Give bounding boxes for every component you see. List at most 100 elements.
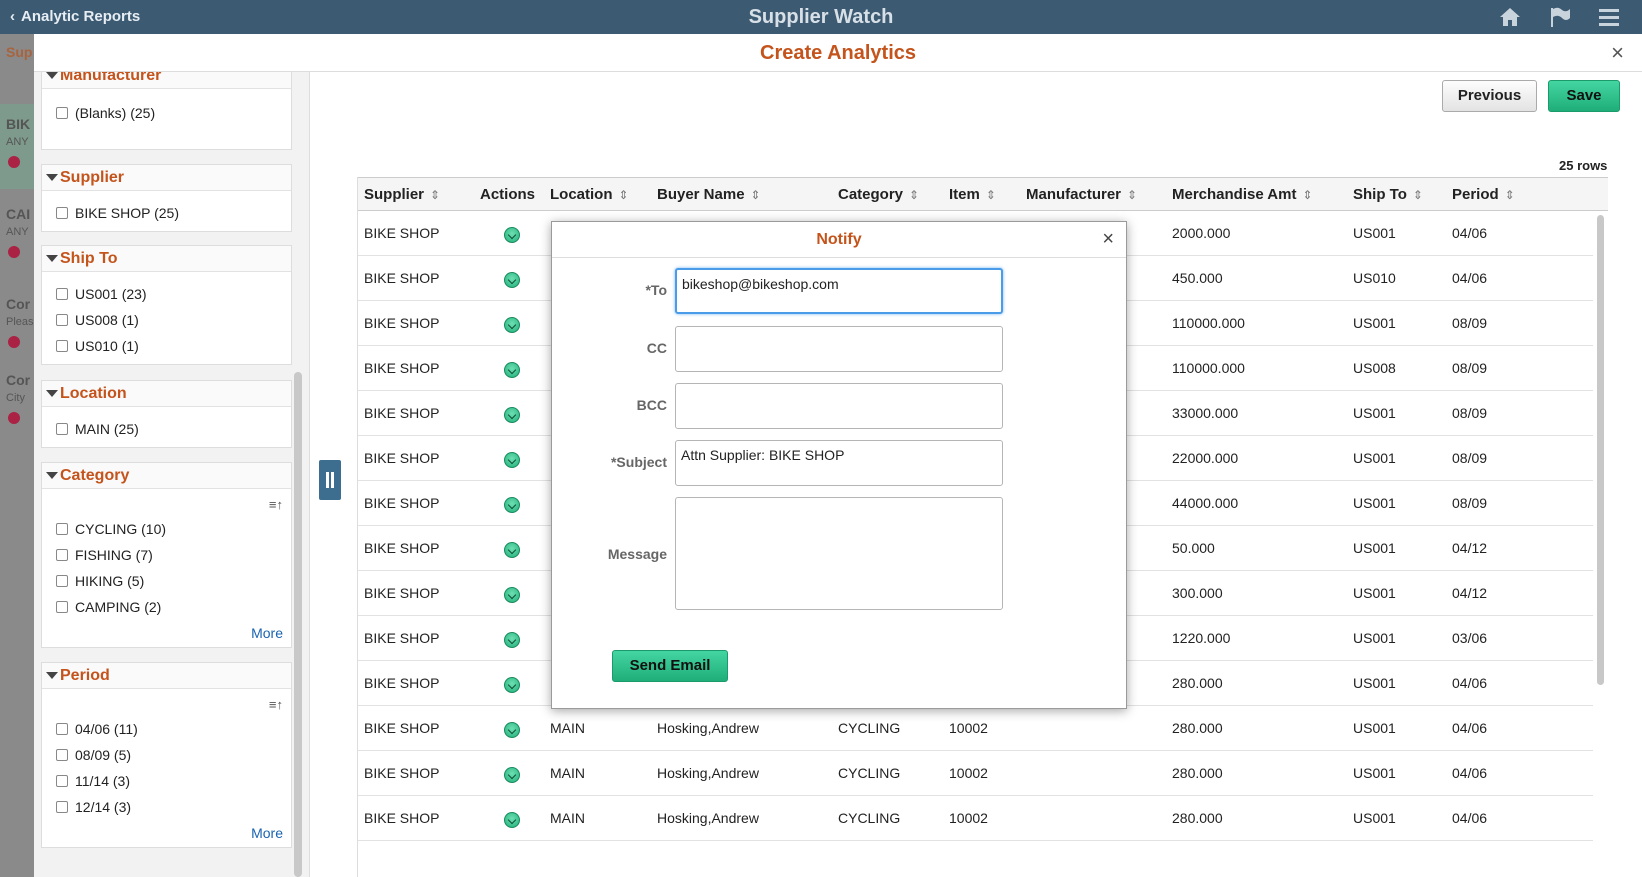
filter-scrollbar[interactable] xyxy=(294,372,302,877)
column-header-manufacturer[interactable]: Manufacturer ⇕ xyxy=(1026,186,1137,203)
filter-group-header[interactable]: Period xyxy=(42,663,291,689)
column-header-ship-to[interactable]: Ship To ⇕ xyxy=(1353,186,1423,203)
grid-scrollbar[interactable] xyxy=(1597,215,1604,685)
actions-chevron-icon[interactable] xyxy=(504,272,520,288)
sort-icon[interactable]: ≡↑ xyxy=(269,497,283,512)
checkbox[interactable] xyxy=(56,523,68,535)
cell-ship-to: US001 xyxy=(1353,720,1396,736)
create-analytics-modal: Create Analytics × Manufacturer (Blanks)… xyxy=(34,34,1642,877)
actions-chevron-icon[interactable] xyxy=(504,542,520,558)
save-button[interactable]: Save xyxy=(1548,80,1620,112)
column-header-location[interactable]: Location ⇕ xyxy=(550,186,629,203)
cell-category: CYCLING xyxy=(838,810,901,826)
filter-option[interactable]: 08/09 (5) xyxy=(56,747,131,765)
filter-option[interactable]: CAMPING (2) xyxy=(56,599,161,617)
checkbox[interactable] xyxy=(56,549,68,561)
filter-option[interactable]: 12/14 (3) xyxy=(56,799,131,817)
filter-group-header[interactable]: Category xyxy=(42,463,291,489)
send-email-button[interactable]: Send Email xyxy=(612,650,728,682)
checkbox[interactable] xyxy=(56,749,68,761)
actions-chevron-icon[interactable] xyxy=(504,812,520,828)
filter-option[interactable]: HIKING (5) xyxy=(56,573,144,591)
cell-merchandise-amt: 450.000 xyxy=(1172,270,1223,286)
actions-chevron-icon[interactable] xyxy=(504,317,520,333)
cell-buyer-name: Hosking,Andrew xyxy=(657,720,759,736)
filter-group-name: Location xyxy=(60,385,127,402)
checkbox[interactable] xyxy=(56,575,68,587)
checkbox[interactable] xyxy=(56,207,68,219)
checkbox[interactable] xyxy=(56,601,68,613)
collapse-triangle-icon xyxy=(46,72,58,79)
bcc-field[interactable] xyxy=(675,383,1003,429)
filter-option[interactable]: MAIN (25) xyxy=(56,421,139,439)
checkbox[interactable] xyxy=(56,288,68,300)
column-header-category[interactable]: Category ⇕ xyxy=(838,186,919,203)
checkbox[interactable] xyxy=(56,423,68,435)
actions-chevron-icon[interactable] xyxy=(504,587,520,603)
sort-icon[interactable]: ≡↑ xyxy=(269,697,283,712)
subject-field[interactable]: Attn Supplier: BIKE SHOP xyxy=(675,440,1003,486)
filter-option[interactable]: US001 (23) xyxy=(56,286,147,304)
cell-ship-to: US008 xyxy=(1353,360,1396,376)
table-row[interactable]: BIKE SHOP MAIN Hosking,Andrew CYCLING 10002 2… xyxy=(358,751,1593,796)
filter-group-header[interactable]: Manufacturer xyxy=(42,72,291,89)
cell-supplier: BIKE SHOP xyxy=(364,495,440,511)
filter-group-header[interactable]: Location xyxy=(42,381,291,407)
checkbox[interactable] xyxy=(56,107,68,119)
cell-period: 04/06 xyxy=(1452,765,1488,781)
checkbox[interactable] xyxy=(56,723,68,735)
cell-ship-to: US001 xyxy=(1353,225,1396,241)
collapse-panel-handle[interactable] xyxy=(319,460,341,500)
cell-period: 04/06 xyxy=(1452,270,1488,286)
actions-chevron-icon[interactable] xyxy=(504,227,520,243)
to-field[interactable]: bikeshop@bikeshop.com xyxy=(675,268,1003,314)
cell-ship-to: US001 xyxy=(1353,450,1396,466)
checkbox[interactable] xyxy=(56,775,68,787)
cell-supplier: BIKE SHOP xyxy=(364,270,440,286)
message-field[interactable] xyxy=(675,497,1003,610)
filter-option[interactable]: US010 (1) xyxy=(56,338,139,356)
close-icon[interactable]: × xyxy=(1102,228,1114,251)
more-link[interactable]: More xyxy=(251,625,283,641)
column-header-period[interactable]: Period ⇕ xyxy=(1452,186,1515,203)
filter-option[interactable]: BIKE SHOP (25) xyxy=(56,205,179,223)
filter-option[interactable]: FISHING (7) xyxy=(56,547,153,565)
filter-option[interactable]: 04/06 (11) xyxy=(56,721,138,739)
menu-icon[interactable] xyxy=(1596,6,1622,28)
table-row[interactable]: BIKE SHOP MAIN Hosking,Andrew CYCLING 10002 2… xyxy=(358,796,1593,841)
actions-chevron-icon[interactable] xyxy=(504,452,520,468)
actions-chevron-icon[interactable] xyxy=(504,767,520,783)
cell-supplier: BIKE SHOP xyxy=(364,315,440,331)
cell-merchandise-amt: 50.000 xyxy=(1172,540,1215,556)
checkbox[interactable] xyxy=(56,340,68,352)
filter-option[interactable]: CYCLING (10) xyxy=(56,521,166,539)
previous-button[interactable]: Previous xyxy=(1442,80,1537,112)
table-row[interactable]: BIKE SHOP MAIN Hosking,Andrew CYCLING 10002 2… xyxy=(358,706,1593,751)
more-link[interactable]: More xyxy=(251,825,283,841)
close-icon[interactable]: × xyxy=(1611,40,1624,66)
actions-chevron-icon[interactable] xyxy=(504,407,520,423)
sort-icon: ⇕ xyxy=(909,188,920,202)
actions-chevron-icon[interactable] xyxy=(504,632,520,648)
column-header-merchandise-amt[interactable]: Merchandise Amt ⇕ xyxy=(1172,186,1313,203)
flag-icon[interactable] xyxy=(1547,6,1573,28)
filter-group-header[interactable]: Ship To xyxy=(42,246,291,272)
filter-option[interactable]: (Blanks) (25) xyxy=(56,105,155,123)
cc-field[interactable] xyxy=(675,326,1003,372)
home-icon[interactable] xyxy=(1497,6,1523,28)
filter-option[interactable]: US008 (1) xyxy=(56,312,139,330)
actions-chevron-icon[interactable] xyxy=(504,497,520,513)
pause-bar xyxy=(326,472,329,488)
actions-chevron-icon[interactable] xyxy=(504,722,520,738)
column-header-supplier[interactable]: Supplier ⇕ xyxy=(364,186,440,203)
column-header-buyer[interactable]: Buyer Name ⇕ xyxy=(657,186,761,203)
checkbox[interactable] xyxy=(56,314,68,326)
alert-icon xyxy=(8,336,20,348)
checkbox[interactable] xyxy=(56,801,68,813)
cell-item: 10002 xyxy=(949,765,988,781)
actions-chevron-icon[interactable] xyxy=(504,677,520,693)
column-header-item[interactable]: Item ⇕ xyxy=(949,186,996,203)
actions-chevron-icon[interactable] xyxy=(504,362,520,378)
filter-group-header[interactable]: Supplier xyxy=(42,165,291,191)
filter-option[interactable]: 11/14 (3) xyxy=(56,773,130,791)
